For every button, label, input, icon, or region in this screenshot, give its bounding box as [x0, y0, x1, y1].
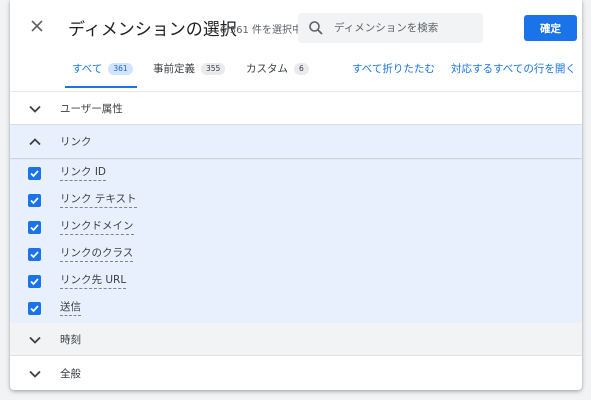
filter-tabs: すべて 361 事前定義 355 カスタム 6 すべて折りたたむ 対応するすべての行を…: [10, 52, 582, 88]
checkbox[interactable]: [28, 302, 41, 315]
chevron-down-icon: [29, 105, 41, 113]
checkbox[interactable]: [28, 248, 41, 261]
group-label: リンク: [60, 136, 92, 148]
checkbox[interactable]: [28, 221, 41, 234]
expand-matching-link[interactable]: 対応するすべての行を開く: [451, 61, 576, 76]
close-icon: [31, 20, 43, 32]
checkmark-icon: [30, 278, 39, 286]
group-time[interactable]: 時刻: [10, 323, 582, 356]
checkmark-icon: [30, 197, 39, 205]
checkmark-icon: [30, 224, 39, 232]
tab-custom[interactable]: カスタム 6: [246, 61, 309, 76]
group-label: 全般: [60, 368, 81, 380]
group-general[interactable]: 全般: [10, 357, 582, 390]
search-input[interactable]: [334, 13, 479, 43]
tab-label: すべて: [72, 63, 103, 75]
dialog-title: ディメンションの選択: [68, 20, 237, 40]
tab-count-badge: 6: [294, 63, 309, 75]
checkbox[interactable]: [28, 275, 41, 288]
selection-count: 6/361 件を選択中: [220, 25, 302, 36]
group-user-attributes[interactable]: ユーザー属性: [10, 92, 582, 125]
chevron-down-icon: [29, 370, 41, 378]
dimension-picker-dialog: ディメンションの選択 6/361 件を選択中 確定 すべて 361 事前定義 355…: [10, 0, 582, 390]
checkbox[interactable]: [28, 194, 41, 207]
close-button[interactable]: [27, 16, 47, 36]
list-item: 送信: [10, 295, 582, 322]
dimension-label: リンク ID: [60, 166, 107, 181]
group-label: ユーザー属性: [60, 103, 123, 115]
tab-count-badge: 355: [201, 63, 226, 75]
dimension-label: リンク テキスト: [60, 193, 137, 208]
checkmark-icon: [30, 170, 39, 178]
list-item: リンク ID: [10, 160, 582, 187]
dimension-label: 送信: [60, 301, 81, 316]
confirm-button[interactable]: 確定: [524, 15, 577, 41]
list-item: リンクドメイン: [10, 214, 582, 241]
checkmark-icon: [30, 305, 39, 313]
search-icon: [309, 21, 323, 35]
tab-count-badge: 361: [108, 63, 133, 75]
active-tab-indicator: [65, 86, 137, 88]
dimension-label: リンクドメイン: [60, 220, 134, 235]
list-item: リンク テキスト: [10, 187, 582, 214]
tab-predefined[interactable]: 事前定義 355: [153, 61, 226, 76]
link-dimension-list: リンク ID リンク テキスト リンクドメイン リンクのクラス リンク先 URL: [10, 160, 582, 323]
list-item: リンク先 URL: [10, 268, 582, 295]
group-link[interactable]: リンク: [10, 125, 582, 159]
chevron-down-icon: [29, 336, 41, 344]
dialog-header: ディメンションの選択 6/361 件を選択中 確定: [10, 0, 582, 52]
tab-all[interactable]: すべて 361: [72, 61, 133, 76]
dimension-label: リンクのクラス: [60, 247, 134, 262]
checkbox[interactable]: [28, 167, 41, 180]
checkmark-icon: [30, 251, 39, 259]
dimension-label: リンク先 URL: [60, 274, 127, 289]
list-item: リンクのクラス: [10, 241, 582, 268]
collapse-all-link[interactable]: すべて折りたたむ: [352, 61, 435, 76]
search-box[interactable]: [298, 13, 483, 43]
group-label: 時刻: [60, 334, 81, 346]
tab-label: 事前定義: [153, 63, 195, 75]
chevron-up-icon: [29, 138, 41, 146]
tab-label: カスタム: [246, 63, 288, 75]
